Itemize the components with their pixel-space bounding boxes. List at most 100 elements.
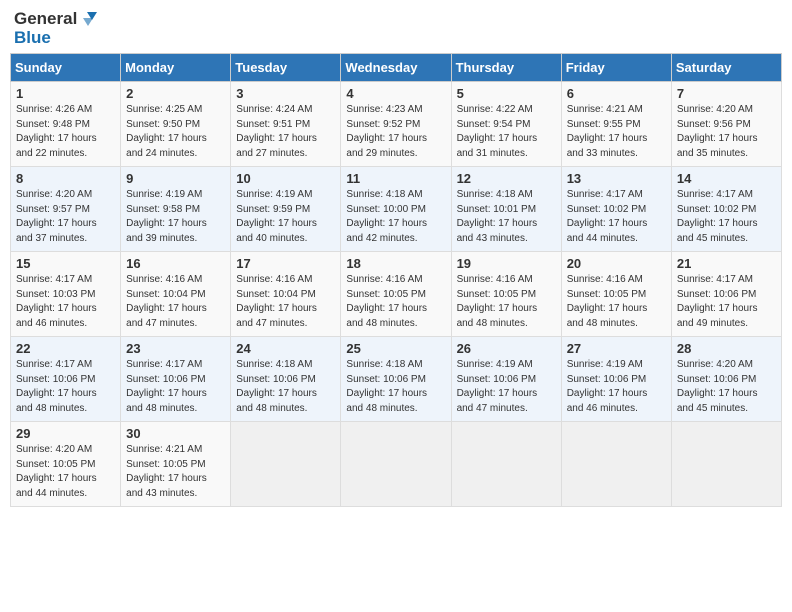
day-number: 25 [346,341,445,356]
day-info: Sunrise: 4:17 AM Sunset: 10:03 PM Daylig… [16,273,115,331]
day-header-tuesday: Tuesday [231,54,341,82]
day-number: 15 [16,256,115,271]
logo-arrow-icon [79,10,97,28]
day-number: 4 [346,86,445,101]
day-cell-13: 13Sunrise: 4:17 AM Sunset: 10:02 PM Dayl… [561,167,671,252]
day-number: 9 [126,171,225,186]
day-cell-19: 19Sunrise: 4:16 AM Sunset: 10:05 PM Dayl… [451,252,561,337]
week-row-4: 22Sunrise: 4:17 AM Sunset: 10:06 PM Dayl… [11,337,782,422]
day-cell-16: 16Sunrise: 4:16 AM Sunset: 10:04 PM Dayl… [121,252,231,337]
day-cell-30: 30 Sunrise: 4:21 AM Sunset: 10:05 PM Dayl… [121,422,231,507]
day-info: Sunrise: 4:19 AM Sunset: 10:06 PM Daylig… [457,358,556,416]
day-cell-17: 17 Sunrise: 4:16 AM Sunset: 10:04 PM Dayl… [231,252,341,337]
day-number: 12 [457,171,556,186]
day-number: 23 [126,341,225,356]
day-header-sunday: Sunday [11,54,121,82]
day-number: 10 [236,171,335,186]
day-info: Sunrise: 4:17 AM Sunset: 10:06 PM Daylig… [677,273,776,331]
day-info: Sunrise: 4:26 AM Sunset: 9:48 PM Dayligh… [16,103,115,161]
day-info: Sunrise: 4:21 AM Sunset: 9:55 PM Dayligh… [567,103,666,161]
day-cell-4: 4 Sunrise: 4:23 AM Sunset: 9:52 PM Daylig… [341,82,451,167]
empty-cell [671,422,781,507]
day-info: Sunrise: 4:18 AM Sunset: 10:00 PM Daylig… [346,188,445,246]
day-info: Sunrise: 4:18 AM Sunset: 10:06 PM Daylig… [346,358,445,416]
day-info: Sunrise: 4:19 AM Sunset: 10:06 PM Daylig… [567,358,666,416]
day-number: 7 [677,86,776,101]
day-info: Sunrise: 4:22 AM Sunset: 9:54 PM Dayligh… [457,103,556,161]
day-number: 13 [567,171,666,186]
day-cell-3: 3 Sunrise: 4:24 AM Sunset: 9:51 PM Daylig… [231,82,341,167]
day-number: 30 [126,426,225,441]
days-header-row: SundayMondayTuesdayWednesdayThursdayFrid… [11,54,782,82]
day-info: Sunrise: 4:16 AM Sunset: 10:04 PM Daylig… [126,273,225,331]
day-info: Sunrise: 4:16 AM Sunset: 10:04 PM Daylig… [236,273,335,331]
day-header-thursday: Thursday [451,54,561,82]
day-cell-14: 14 Sunrise: 4:17 AM Sunset: 10:02 PM Dayl… [671,167,781,252]
day-cell-2: 2 Sunrise: 4:25 AM Sunset: 9:50 PM Daylig… [121,82,231,167]
day-info: Sunrise: 4:20 AM Sunset: 9:57 PM Dayligh… [16,188,115,246]
day-info: Sunrise: 4:17 AM Sunset: 10:06 PM Daylig… [16,358,115,416]
day-number: 8 [16,171,115,186]
day-cell-22: 22Sunrise: 4:17 AM Sunset: 10:06 PM Dayl… [11,337,121,422]
week-row-1: 1 Sunrise: 4:26 AM Sunset: 9:48 PM Daylig… [11,82,782,167]
day-info: Sunrise: 4:17 AM Sunset: 10:02 PM Daylig… [677,188,776,246]
day-number: 5 [457,86,556,101]
day-number: 27 [567,341,666,356]
day-number: 18 [346,256,445,271]
day-cell-10: 10 Sunrise: 4:19 AM Sunset: 9:59 PM Dayli… [231,167,341,252]
day-info: Sunrise: 4:17 AM Sunset: 10:06 PM Daylig… [126,358,225,416]
day-info: Sunrise: 4:16 AM Sunset: 10:05 PM Daylig… [346,273,445,331]
day-info: Sunrise: 4:19 AM Sunset: 9:59 PM Dayligh… [236,188,335,246]
day-info: Sunrise: 4:18 AM Sunset: 10:06 PM Daylig… [236,358,335,416]
day-info: Sunrise: 4:23 AM Sunset: 9:52 PM Dayligh… [346,103,445,161]
day-info: Sunrise: 4:18 AM Sunset: 10:01 PM Daylig… [457,188,556,246]
day-number: 24 [236,341,335,356]
day-info: Sunrise: 4:20 AM Sunset: 10:06 PM Daylig… [677,358,776,416]
logo-general-text: General [14,10,77,29]
day-header-friday: Friday [561,54,671,82]
day-info: Sunrise: 4:21 AM Sunset: 10:05 PM Daylig… [126,443,225,501]
day-number: 29 [16,426,115,441]
day-cell-5: 5 Sunrise: 4:22 AM Sunset: 9:54 PM Daylig… [451,82,561,167]
day-number: 1 [16,86,115,101]
day-cell-26: 26 Sunrise: 4:19 AM Sunset: 10:06 PM Dayl… [451,337,561,422]
day-cell-23: 23 Sunrise: 4:17 AM Sunset: 10:06 PM Dayl… [121,337,231,422]
day-header-saturday: Saturday [671,54,781,82]
week-row-2: 8 Sunrise: 4:20 AM Sunset: 9:57 PM Daylig… [11,167,782,252]
day-cell-12: 12 Sunrise: 4:18 AM Sunset: 10:01 PM Dayl… [451,167,561,252]
day-number: 17 [236,256,335,271]
day-cell-29: 29Sunrise: 4:20 AM Sunset: 10:05 PM Dayl… [11,422,121,507]
day-info: Sunrise: 4:24 AM Sunset: 9:51 PM Dayligh… [236,103,335,161]
day-cell-9: 9 Sunrise: 4:19 AM Sunset: 9:58 PM Daylig… [121,167,231,252]
day-cell-25: 25 Sunrise: 4:18 AM Sunset: 10:06 PM Dayl… [341,337,451,422]
day-cell-20: 20 Sunrise: 4:16 AM Sunset: 10:05 PM Dayl… [561,252,671,337]
day-cell-18: 18 Sunrise: 4:16 AM Sunset: 10:05 PM Dayl… [341,252,451,337]
day-number: 6 [567,86,666,101]
empty-cell [561,422,671,507]
day-header-wednesday: Wednesday [341,54,451,82]
logo: General Blue [14,10,97,47]
day-cell-28: 28 Sunrise: 4:20 AM Sunset: 10:06 PM Dayl… [671,337,781,422]
logo-container: General Blue [14,10,97,47]
day-info: Sunrise: 4:20 AM Sunset: 9:56 PM Dayligh… [677,103,776,161]
day-number: 3 [236,86,335,101]
day-number: 20 [567,256,666,271]
day-info: Sunrise: 4:25 AM Sunset: 9:50 PM Dayligh… [126,103,225,161]
day-info: Sunrise: 4:19 AM Sunset: 9:58 PM Dayligh… [126,188,225,246]
calendar: SundayMondayTuesdayWednesdayThursdayFrid… [10,53,782,507]
day-number: 26 [457,341,556,356]
day-number: 2 [126,86,225,101]
week-row-3: 15 Sunrise: 4:17 AM Sunset: 10:03 PM Dayl… [11,252,782,337]
day-cell-8: 8 Sunrise: 4:20 AM Sunset: 9:57 PM Daylig… [11,167,121,252]
empty-cell [451,422,561,507]
logo-blue-text: Blue [14,29,51,48]
day-header-monday: Monday [121,54,231,82]
empty-cell [341,422,451,507]
day-info: Sunrise: 4:16 AM Sunset: 10:05 PM Daylig… [567,273,666,331]
day-cell-21: 21Sunrise: 4:17 AM Sunset: 10:06 PM Dayl… [671,252,781,337]
day-cell-27: 27 Sunrise: 4:19 AM Sunset: 10:06 PM Dayl… [561,337,671,422]
day-number: 28 [677,341,776,356]
day-cell-1: 1 Sunrise: 4:26 AM Sunset: 9:48 PM Daylig… [11,82,121,167]
day-number: 14 [677,171,776,186]
week-row-5: 29Sunrise: 4:20 AM Sunset: 10:05 PM Dayl… [11,422,782,507]
